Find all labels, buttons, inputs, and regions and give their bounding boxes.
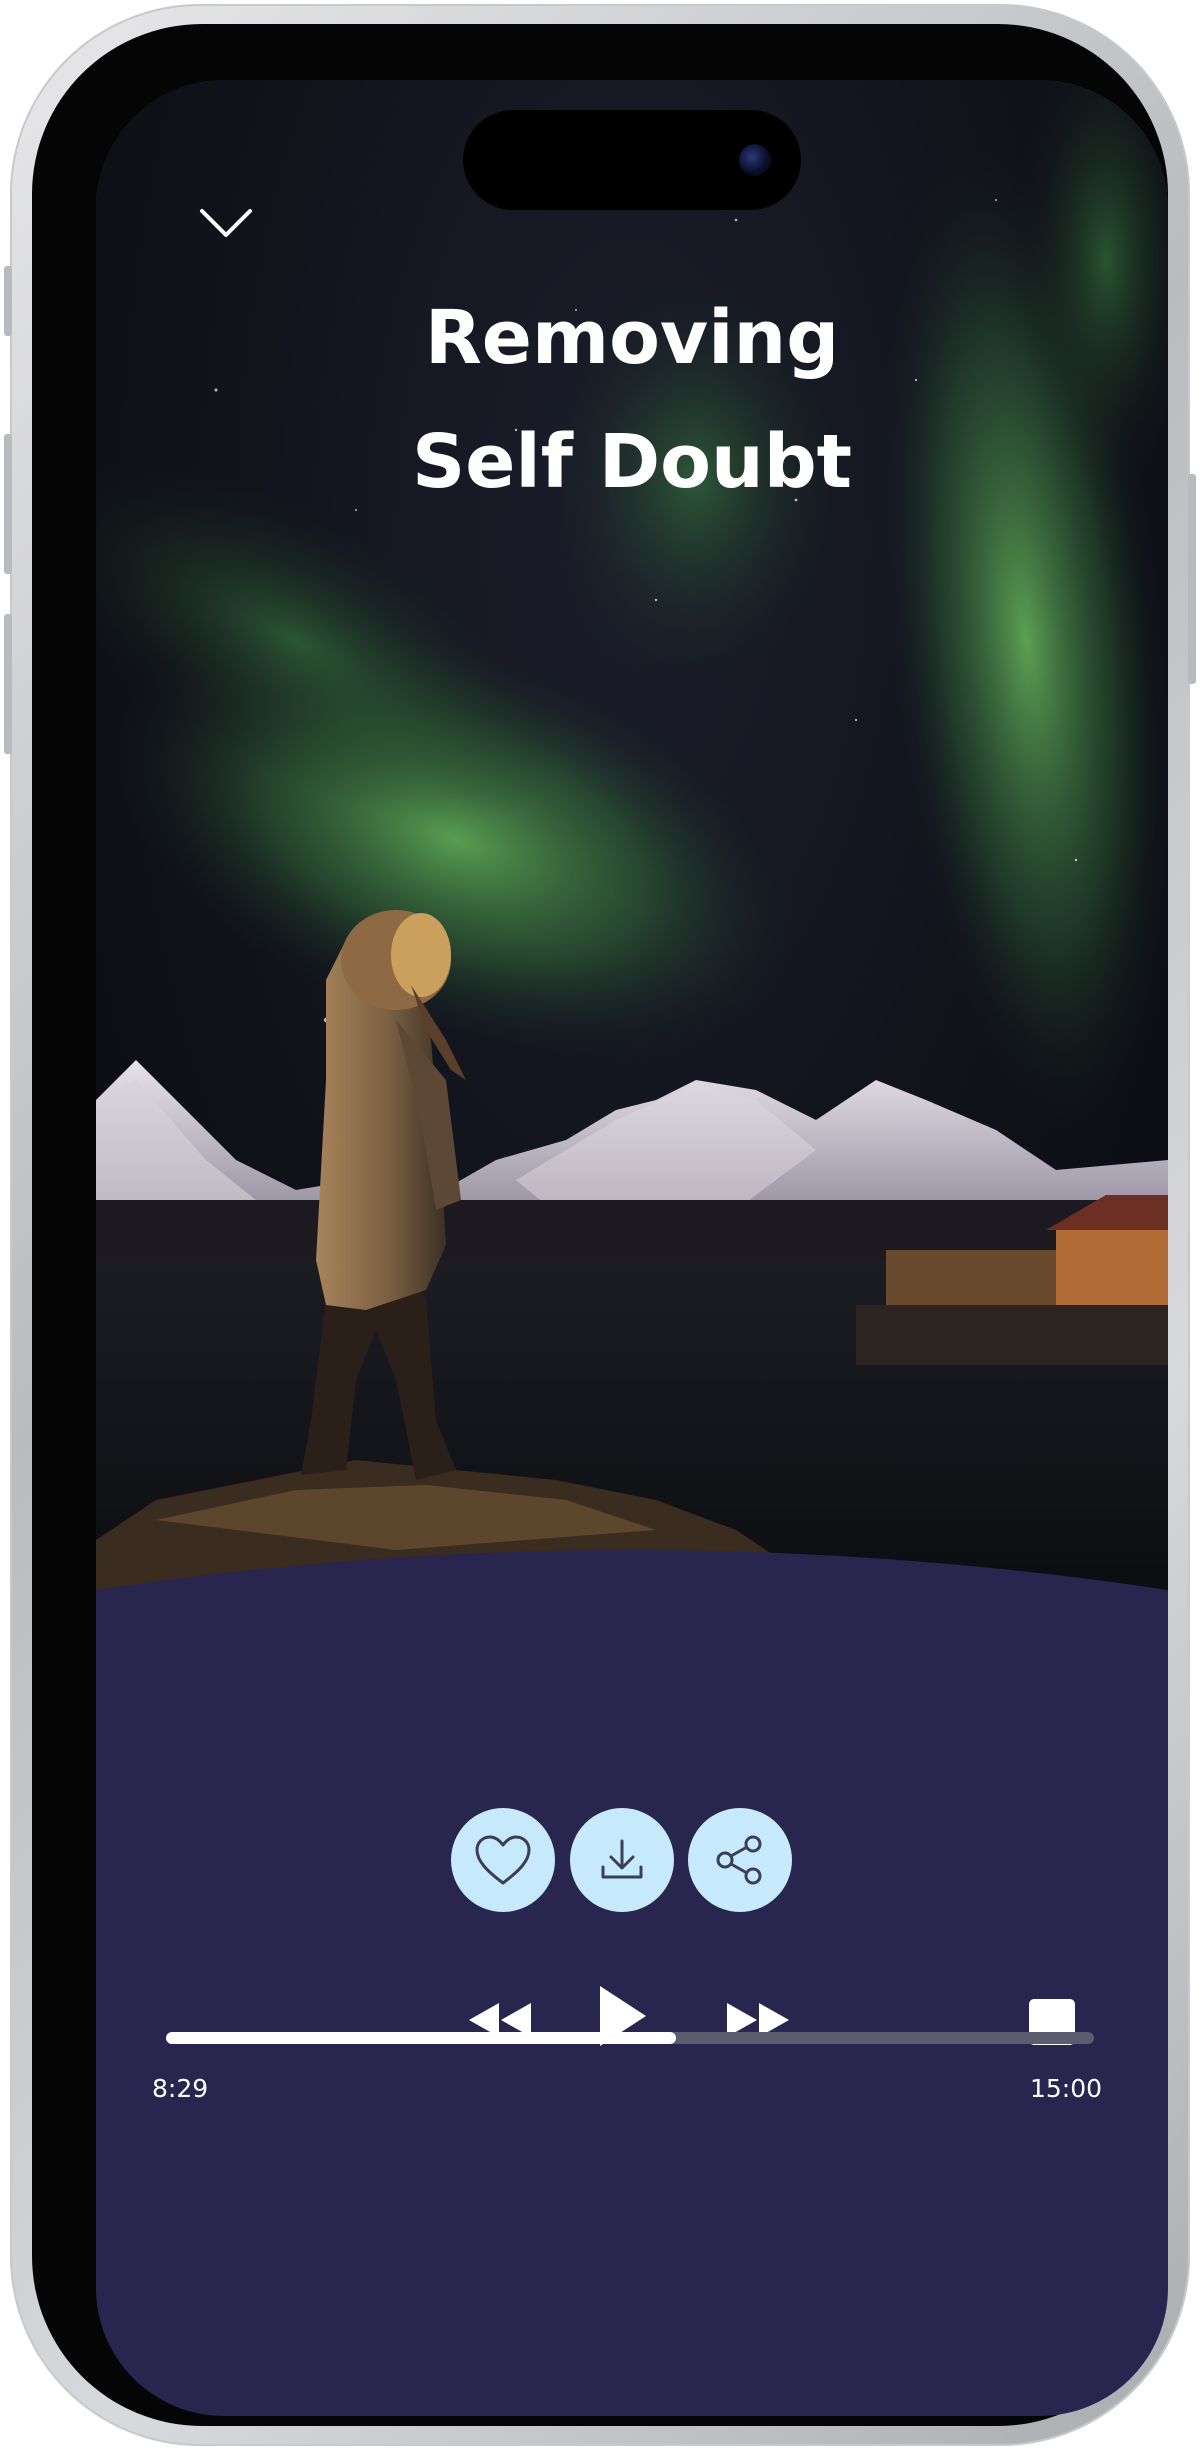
share-icon: [716, 1835, 762, 1885]
heart-icon: [475, 1835, 531, 1885]
elapsed-time: 8:29: [152, 2074, 209, 2103]
progress-fill: [166, 2032, 677, 2044]
chevron-down-icon: [200, 209, 252, 237]
player-screen: Removing Self Doubt 8:29 15:00: [96, 80, 1168, 2416]
phone-frame: Removing Self Doubt 8:29 15:00: [4, 4, 1196, 2446]
favorite-button[interactable]: [451, 1808, 555, 1912]
download-icon: [601, 1839, 643, 1879]
progress-slider[interactable]: [166, 2032, 1094, 2044]
play-button[interactable]: [584, 1976, 660, 2056]
screen-bezel: Removing Self Doubt 8:29 15:00: [32, 24, 1168, 2426]
power-button: [1188, 474, 1196, 684]
download-button[interactable]: [570, 1808, 674, 1912]
total-duration: 15:00: [1029, 2074, 1102, 2103]
collapse-button[interactable]: [196, 198, 256, 248]
camera-icon: [739, 144, 771, 176]
volume-down-button: [4, 614, 12, 754]
dynamic-island: [463, 110, 801, 210]
action-button: [4, 266, 12, 336]
track-title: Removing Self Doubt: [411, 295, 853, 505]
share-button[interactable]: [688, 1808, 792, 1912]
volume-up-button: [4, 434, 12, 574]
player-panel: Removing Self Doubt 8:29 15:00: [96, 80, 1168, 2416]
